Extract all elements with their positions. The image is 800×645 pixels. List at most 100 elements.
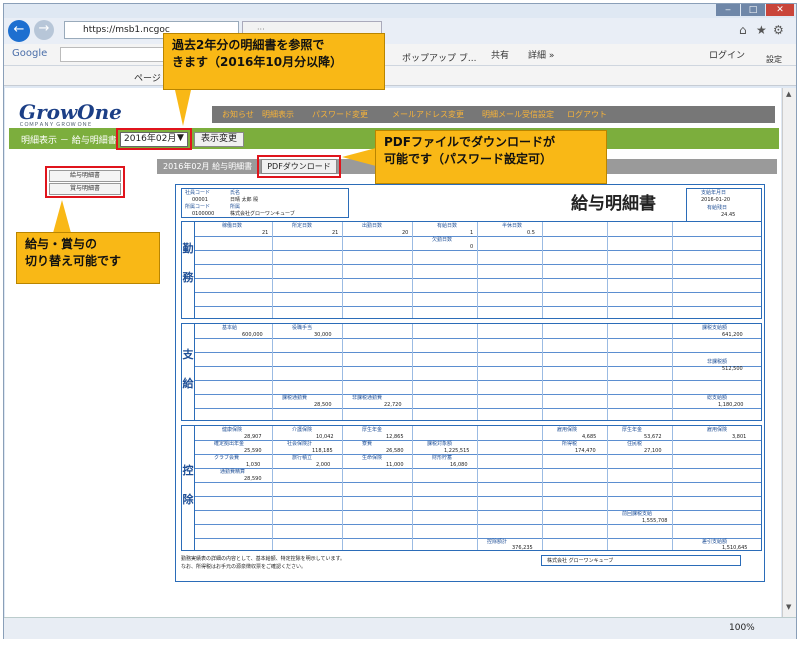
pay-right-value: 512,500 <box>722 366 743 372</box>
pay-item-label: 役職手当 <box>292 325 313 331</box>
payslip: 社員コード 00001 氏名 日晴 太郎 殿 所属コード 0100000 所属 … <box>175 184 765 582</box>
ded-item-value: 174,470 <box>575 448 596 454</box>
back-icon[interactable]: ← <box>8 20 30 42</box>
view-change-button[interactable]: 表示変更 <box>194 132 244 147</box>
ded-item-value: 3,801 <box>732 434 747 440</box>
ded-total-value: 376,235 <box>512 545 533 551</box>
callout-switch-line2: 切り替え可能です <box>25 254 122 268</box>
company-box: 株式会社 グローワンキューブ <box>541 555 741 566</box>
share-button[interactable]: 共有 <box>491 48 509 61</box>
ded-item-label: 健康保険 <box>222 427 243 433</box>
ded-item-value: 4,685 <box>582 434 597 440</box>
browser-window: ‒ □ ✕ ← → https://msb1.ncgoc ··· ⌂ ★ ⚙ G… <box>3 3 797 639</box>
callout-history-line2: きます（2016年10月分以降） <box>172 55 343 69</box>
detail-button[interactable]: 詳細 » <box>528 48 554 61</box>
nav-news[interactable]: お知らせ <box>222 109 254 120</box>
ded-item-label: 旅行積立 <box>292 455 313 461</box>
attendance-section: 勤務 稼働日数 21 所定日数 21 出勤日数 20 有給日数 1 半休日数 0… <box>181 221 762 319</box>
ded-extra-value: 1,555,708 <box>642 518 668 524</box>
deduction-section: 控除 健康保険 28,907 介護保険 10,042 厚生年金 12,865 雇… <box>181 425 762 551</box>
employee-info-box: 社員コード 00001 氏名 日晴 太郎 殿 所属コード 0100000 所属 … <box>181 188 349 218</box>
breadcrumb: 明細表示 － 給与明細書 <box>21 136 117 146</box>
nav-mail-settings[interactable]: 明細メール受信設定 <box>482 109 554 120</box>
attendance-label: 勤務 <box>182 222 195 318</box>
att-header-paid: 有給日数 <box>437 223 458 229</box>
dept-label: 所属 <box>230 204 241 210</box>
pay-date-box: 支給年月日 2016-01-20 有給残日 24.45 <box>686 188 762 222</box>
ded-item-label: 財形貯蓄 <box>432 455 453 461</box>
allow-value: 24.45 <box>721 212 736 218</box>
deduction-label: 控除 <box>182 426 195 550</box>
url-text: https://msb1.ncgoc <box>83 25 170 35</box>
callout-pdf: PDFファイルでダウンロードが 可能です（パスワード設定可） <box>375 130 607 184</box>
ded-item-label: 厚生年金 <box>622 427 643 433</box>
title-bar: ‒ □ ✕ <box>4 4 796 18</box>
ded-item-value: 26,580 <box>386 448 404 454</box>
forward-icon[interactable]: → <box>34 20 54 40</box>
ded-item-label: 雇用保険 <box>707 427 728 433</box>
dept-code: 0100000 <box>192 211 215 217</box>
ded-item-value: 12,865 <box>386 434 404 440</box>
popup-blocker[interactable]: ポップアップ ブ... <box>402 51 476 64</box>
minimize-button[interactable]: ‒ <box>716 4 740 16</box>
settings-button[interactable]: 設定 <box>766 54 782 65</box>
ded-extra-label: 前回課税支給 <box>622 511 653 517</box>
callout-switch-line1: 給与・賞与の <box>25 237 98 251</box>
callout-history-line1: 過去2年分の明細書を参照で <box>172 38 325 52</box>
name-label: 氏名 <box>230 190 241 196</box>
ded-item-value: 1,030 <box>246 462 261 468</box>
pay-right-label: 課税支給額 <box>702 325 728 331</box>
pay-item-value: 28,500 <box>314 402 332 408</box>
ded-item-value: 1,225,515 <box>444 448 470 454</box>
statement-tab-label: 2016年02月 給与明細書 <box>163 162 253 171</box>
nav-logout[interactable]: ログアウト <box>567 109 607 120</box>
ded-item-label: 介護保険 <box>292 427 313 433</box>
close-button[interactable]: ✕ <box>766 4 794 16</box>
month-select-highlight <box>116 128 192 150</box>
ded-item-label: 社会保険計 <box>287 441 313 447</box>
home-icon[interactable]: ⌂ <box>739 23 747 37</box>
page-menu[interactable]: ページ <box>134 71 161 84</box>
ded-item-value: 10,042 <box>316 434 334 440</box>
ded-item-value: 25,590 <box>244 448 262 454</box>
att-header-work: 稼働日数 <box>222 223 243 229</box>
nav-password[interactable]: パスワード変更 <box>312 109 368 120</box>
slip-title: 給与明細書 <box>571 194 656 214</box>
att-value-work: 21 <box>262 230 269 236</box>
att-header-present: 出勤日数 <box>362 223 383 229</box>
att-value-scheduled: 21 <box>332 230 339 236</box>
ded-item-label: 課税対象額 <box>427 441 453 447</box>
callout-pointer <box>53 200 71 233</box>
google-label: Google <box>12 48 48 59</box>
callout-history: 過去2年分の明細書を参照で きます（2016年10月分以降） <box>163 33 385 90</box>
dept-code-label: 所属コード <box>185 204 211 210</box>
vertical-scrollbar[interactable]: ▲ ▼ <box>782 88 796 617</box>
maximize-button[interactable]: □ <box>741 4 765 16</box>
gear-icon[interactable]: ⚙ <box>773 23 784 37</box>
dept-name: 株式会社グローワンキューブ <box>230 211 295 217</box>
zoom-level[interactable]: 100% <box>729 623 755 633</box>
pay-right-label: 総支給額 <box>707 395 728 401</box>
emp-no: 00001 <box>192 197 208 203</box>
att-sub-label: 欠勤日数 <box>432 237 453 243</box>
ded-item-value: 28,590 <box>244 476 262 482</box>
callout-pdf-line2: 可能です（パスワード設定可） <box>384 152 553 166</box>
emp-no-label: 社員コード <box>185 190 211 196</box>
ded-item-value: 118,185 <box>312 448 333 454</box>
nav-statement[interactable]: 明細表示 <box>262 109 294 120</box>
ded-item-value: 16,080 <box>450 462 468 468</box>
pay-date: 2016-01-20 <box>701 197 731 203</box>
google-search-input[interactable] <box>60 47 170 62</box>
pay-item-value: 22,720 <box>384 402 402 408</box>
allow-label: 有給残日 <box>707 205 728 211</box>
nav-email[interactable]: メールアドレス変更 <box>392 109 464 120</box>
star-icon[interactable]: ★ <box>756 23 767 37</box>
pay-item-value: 600,000 <box>242 332 263 338</box>
ded-total-label: 控除額計 <box>487 539 508 545</box>
login-button[interactable]: ログイン <box>709 48 745 61</box>
ded-item-label: 住民税 <box>627 441 643 447</box>
pay-item-label: 非課税通勤費 <box>352 395 383 401</box>
pay-item-label: 基本給 <box>222 325 238 331</box>
company-name: 株式会社 グローワンキューブ <box>547 558 614 564</box>
callout-pointer <box>175 90 191 126</box>
